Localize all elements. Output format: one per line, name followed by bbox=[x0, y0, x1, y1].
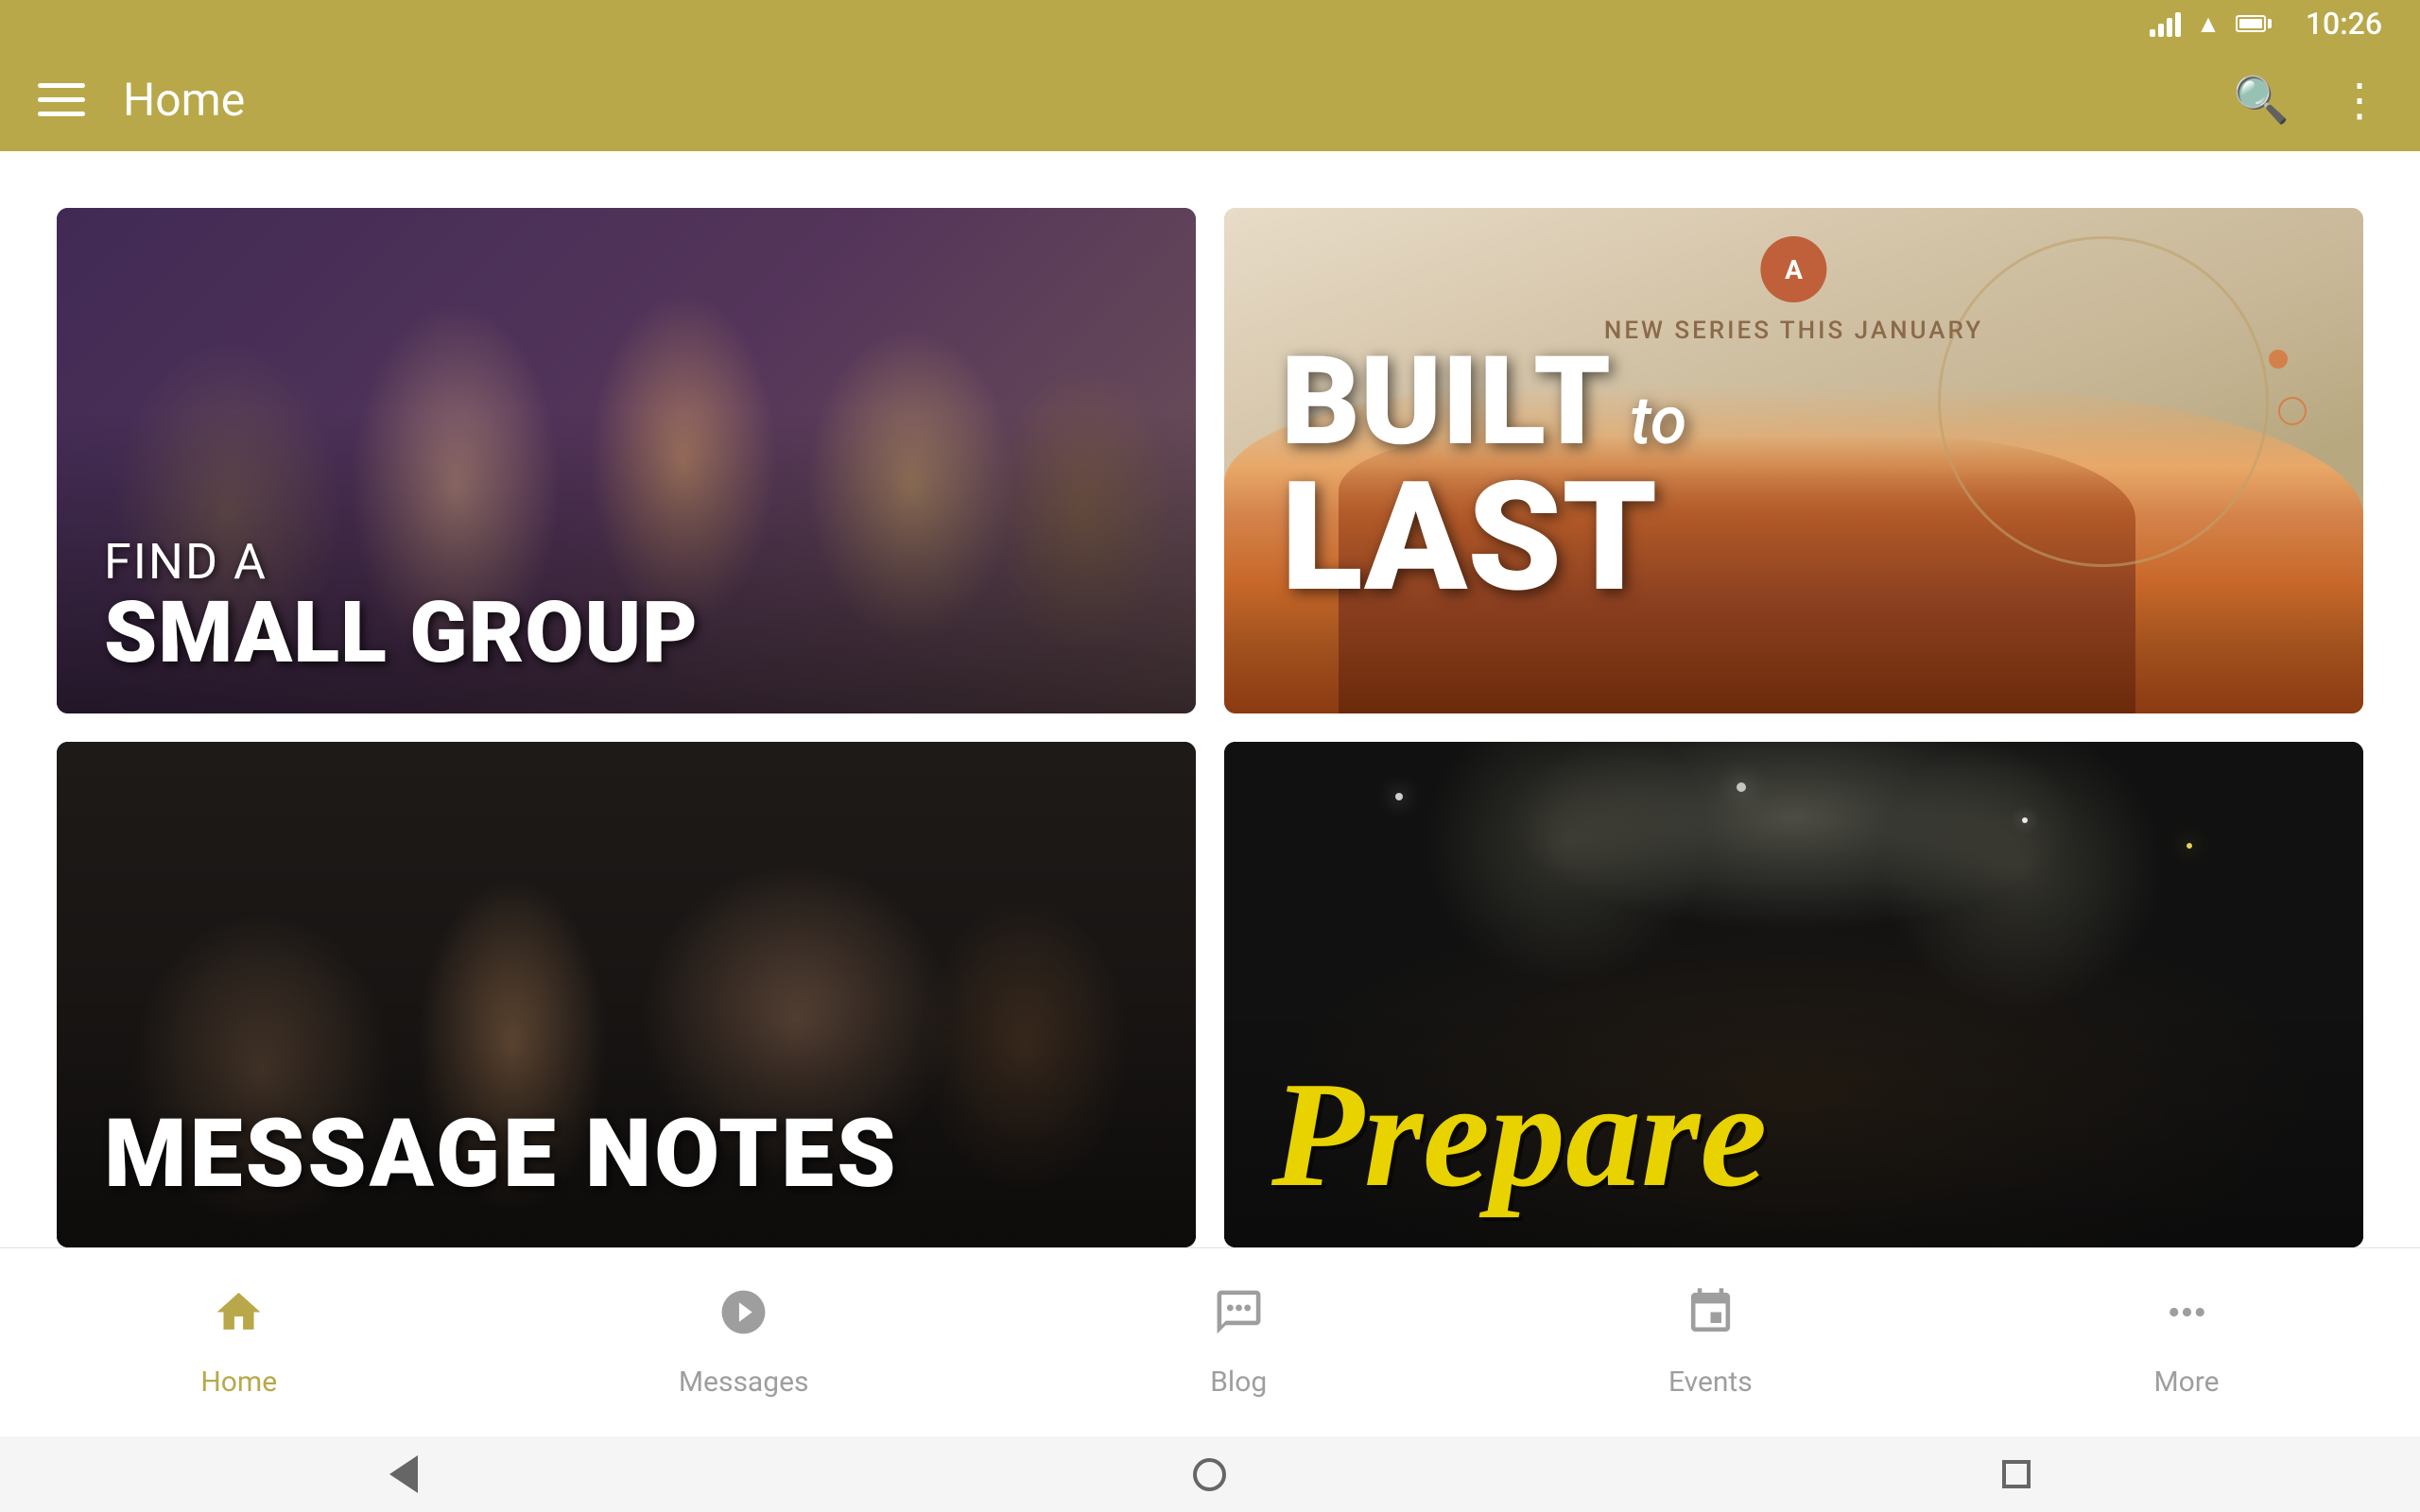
back-button[interactable] bbox=[380, 1451, 427, 1498]
small-group-label: SMALL GROUP bbox=[104, 591, 1149, 676]
recents-button[interactable] bbox=[1993, 1451, 2040, 1498]
status-bar: ▲ 10:26 bbox=[0, 0, 2420, 47]
prepare-card[interactable]: Prepare bbox=[1224, 742, 2363, 1247]
app-bar: Home 🔍 ⋮ bbox=[0, 47, 2420, 151]
message-notes-label: MESSAGE NOTES bbox=[104, 1099, 1149, 1210]
nav-more-label: More bbox=[2153, 1366, 2219, 1399]
message-notes-card[interactable]: MESSAGE NOTES bbox=[57, 742, 1196, 1247]
wifi-icon: ▲ bbox=[2196, 9, 2221, 39]
built-label: BUILT bbox=[1281, 340, 1611, 463]
nav-blog-label: Blog bbox=[1210, 1366, 1267, 1399]
nav-messages-label: Messages bbox=[679, 1366, 809, 1399]
home-icon bbox=[213, 1286, 265, 1351]
built-to-last-card[interactable]: A NEW SERIES THIS JANUARY BUILT to LAST bbox=[1224, 208, 2363, 713]
find-a-label: FIND A bbox=[104, 533, 1149, 591]
content-grid: FIND A SMALL GROUP A NEW SERIES THIS JAN… bbox=[0, 151, 2420, 1247]
more-horizontal-icon bbox=[2161, 1286, 2213, 1351]
nav-home[interactable]: Home bbox=[163, 1267, 315, 1418]
chat-bubble-icon bbox=[1213, 1286, 1265, 1351]
page-title: Home bbox=[123, 73, 2195, 127]
play-circle-icon bbox=[717, 1286, 769, 1351]
home-button[interactable] bbox=[1186, 1451, 1234, 1498]
prepare-label: Prepare bbox=[1271, 1058, 2316, 1210]
nav-events-label: Events bbox=[1668, 1366, 1753, 1399]
small-group-card[interactable]: FIND A SMALL GROUP bbox=[57, 208, 1196, 713]
to-label: to bbox=[1630, 388, 1686, 455]
battery-icon bbox=[2236, 15, 2272, 32]
system-nav-bar bbox=[0, 1436, 2420, 1512]
new-series-badge: A NEW SERIES THIS JANUARY bbox=[1604, 236, 1983, 345]
nav-more[interactable]: More bbox=[2116, 1267, 2256, 1418]
nav-home-label: Home bbox=[200, 1366, 277, 1399]
more-button[interactable]: ⋮ bbox=[2337, 73, 2382, 127]
nav-messages[interactable]: Messages bbox=[641, 1267, 847, 1418]
search-button[interactable]: 🔍 bbox=[2233, 73, 2290, 127]
nav-blog[interactable]: Blog bbox=[1172, 1267, 1305, 1418]
menu-button[interactable] bbox=[38, 83, 85, 116]
last-label: LAST bbox=[1281, 450, 1657, 627]
status-time: 10:26 bbox=[2306, 6, 2382, 42]
signal-icon bbox=[2150, 10, 2181, 37]
calendar-icon bbox=[1685, 1286, 1737, 1351]
nav-events[interactable]: Events bbox=[1631, 1267, 1790, 1418]
bottom-navigation: Home Messages Blog Events bbox=[0, 1247, 2420, 1436]
